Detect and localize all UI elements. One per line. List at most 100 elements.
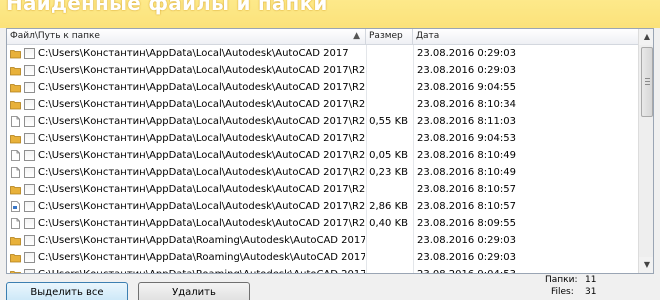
select-all-button[interactable]: Выделить все	[6, 282, 128, 300]
folder-icon	[10, 133, 21, 144]
row-checkbox[interactable]	[24, 48, 35, 59]
table-row[interactable]: C:\Users\Константин\AppData\Local\Autode…	[7, 62, 638, 79]
folder-icon	[10, 269, 21, 273]
header-banner: Найденные файлы и папки	[0, 0, 660, 28]
row-checkbox[interactable]	[24, 116, 35, 127]
size-cell	[366, 45, 412, 62]
grip-line	[645, 78, 650, 79]
table-row[interactable]: C:\Users\Константин\AppData\Local\Autode…	[7, 79, 638, 96]
table-row[interactable]: C:\Users\Константин\AppData\Local\Autode…	[7, 198, 638, 215]
row-checkbox[interactable]	[24, 150, 35, 161]
results-grid[interactable]: Файл\Путь к папке ▲ Размер Дата C:\Users…	[6, 28, 654, 274]
grid-header: Файл\Путь к папке ▲ Размер Дата	[7, 29, 653, 45]
size-cell	[366, 266, 412, 273]
table-row[interactable]: C:\Users\Константин\AppData\Roaming\Auto…	[7, 266, 638, 273]
row-checkbox[interactable]	[24, 252, 35, 263]
column-header-size[interactable]: Размер	[366, 29, 413, 45]
size-cell: 0,23 KB	[366, 164, 412, 181]
path-text: C:\Users\Константин\AppData\Local\Autode…	[38, 65, 365, 76]
size-cell: 2,86 KB	[366, 198, 412, 215]
path-cell: C:\Users\Константин\AppData\Roaming\Auto…	[7, 249, 365, 266]
file-icon	[10, 150, 21, 161]
folders-count-label: Папки:	[545, 275, 578, 285]
page-title: Найденные файлы и папки	[6, 0, 328, 15]
date-cell: 23.08.2016 8:10:34	[413, 96, 638, 113]
table-row[interactable]: C:\Users\Константин\AppData\Local\Autode…	[7, 147, 638, 164]
folder-icon	[10, 252, 21, 263]
path-text: C:\Users\Константин\AppData\Local\Autode…	[38, 48, 349, 59]
path-text: C:\Users\Константин\AppData\Roaming\Auto…	[38, 266, 365, 273]
row-checkbox[interactable]	[24, 235, 35, 246]
table-row[interactable]: C:\Users\Константин\AppData\Local\Autode…	[7, 113, 638, 130]
file-icon	[10, 167, 21, 178]
path-cell: C:\Users\Константин\AppData\Local\Autode…	[7, 164, 365, 181]
path-text: C:\Users\Константин\AppData\Local\Autode…	[38, 201, 365, 212]
date-cell: 23.08.2016 8:11:03	[413, 113, 638, 130]
file-icon	[10, 218, 21, 229]
path-cell: C:\Users\Константин\AppData\Local\Autode…	[7, 198, 365, 215]
size-cell	[366, 249, 412, 266]
date-cell: 23.08.2016 8:09:55	[413, 215, 638, 232]
folder-icon	[10, 82, 21, 93]
files-count-label: Files:	[551, 287, 574, 297]
table-row[interactable]: C:\Users\Константин\AppData\Local\Autode…	[7, 181, 638, 198]
table-row[interactable]: C:\Users\Константин\AppData\Local\Autode…	[7, 164, 638, 181]
date-cell: 23.08.2016 0:29:03	[413, 249, 638, 266]
size-cell	[366, 96, 412, 113]
path-cell: C:\Users\Константин\AppData\Local\Autode…	[7, 79, 365, 96]
scroll-up-icon[interactable]: ▲	[639, 29, 653, 45]
row-checkbox[interactable]	[24, 218, 35, 229]
row-checkbox[interactable]	[24, 201, 35, 212]
grip-line	[645, 84, 650, 85]
folders-count-value: 11	[585, 275, 597, 285]
size-cell	[366, 181, 412, 198]
vertical-scrollbar[interactable]: ▲ ▼	[638, 29, 653, 273]
date-cell: 23.08.2016 0:29:03	[413, 45, 638, 62]
grip-line	[645, 81, 650, 82]
path-cell: C:\Users\Константин\AppData\Local\Autode…	[7, 96, 365, 113]
date-cell: 23.08.2016 0:29:03	[413, 232, 638, 249]
row-checkbox[interactable]	[24, 133, 35, 144]
row-checkbox[interactable]	[24, 82, 35, 93]
size-cell: 0,55 KB	[366, 113, 412, 130]
path-cell: C:\Users\Константин\AppData\Local\Autode…	[7, 130, 365, 147]
path-text: C:\Users\Константин\AppData\Local\Autode…	[38, 116, 365, 127]
table-row[interactable]: C:\Users\Константин\AppData\Local\Autode…	[7, 130, 638, 147]
date-cell: 23.08.2016 8:10:49	[413, 147, 638, 164]
path-text: C:\Users\Константин\AppData\Local\Autode…	[38, 167, 365, 178]
table-row[interactable]: C:\Users\Константин\AppData\Roaming\Auto…	[7, 249, 638, 266]
table-row[interactable]: C:\Users\Константин\AppData\Local\Autode…	[7, 45, 638, 62]
folder-icon	[10, 235, 21, 246]
row-checkbox[interactable]	[24, 167, 35, 178]
row-checkbox[interactable]	[24, 269, 35, 273]
path-text: C:\Users\Константин\AppData\Local\Autode…	[38, 150, 365, 161]
scroll-down-icon[interactable]: ▼	[639, 257, 653, 273]
path-text: C:\Users\Константин\AppData\Local\Autode…	[38, 184, 365, 195]
path-cell: C:\Users\Константин\AppData\Local\Autode…	[7, 215, 365, 232]
size-cell: 0,05 KB	[366, 147, 412, 164]
row-checkbox[interactable]	[24, 65, 35, 76]
folder-icon	[10, 65, 21, 76]
table-row[interactable]: C:\Users\Константин\AppData\Local\Autode…	[7, 215, 638, 232]
document-icon	[10, 201, 21, 212]
path-text: C:\Users\Константин\AppData\Local\Autode…	[38, 218, 365, 229]
scroll-thumb[interactable]	[641, 47, 653, 117]
column-header-path[interactable]: Файл\Путь к папке ▲	[7, 29, 366, 45]
row-checkbox[interactable]	[24, 184, 35, 195]
column-header-path-label: Файл\Путь к папке	[10, 31, 100, 41]
row-checkbox[interactable]	[24, 99, 35, 110]
path-cell: C:\Users\Константин\AppData\Roaming\Auto…	[7, 266, 365, 273]
delete-button[interactable]: Удалить	[138, 282, 250, 300]
date-cell: 23.08.2016 8:10:49	[413, 164, 638, 181]
size-cell	[366, 232, 412, 249]
path-text: C:\Users\Константин\AppData\Local\Autode…	[38, 82, 365, 93]
path-cell: C:\Users\Константин\AppData\Local\Autode…	[7, 62, 365, 79]
date-cell: 23.08.2016 9:04:53	[413, 130, 638, 147]
path-cell: C:\Users\Константин\AppData\Local\Autode…	[7, 181, 365, 198]
path-cell: C:\Users\Константин\AppData\Local\Autode…	[7, 113, 365, 130]
folder-icon	[10, 99, 21, 110]
table-row[interactable]: C:\Users\Константин\AppData\Roaming\Auto…	[7, 232, 638, 249]
column-header-date[interactable]: Дата	[413, 29, 638, 45]
size-cell	[366, 62, 412, 79]
table-row[interactable]: C:\Users\Константин\AppData\Local\Autode…	[7, 96, 638, 113]
